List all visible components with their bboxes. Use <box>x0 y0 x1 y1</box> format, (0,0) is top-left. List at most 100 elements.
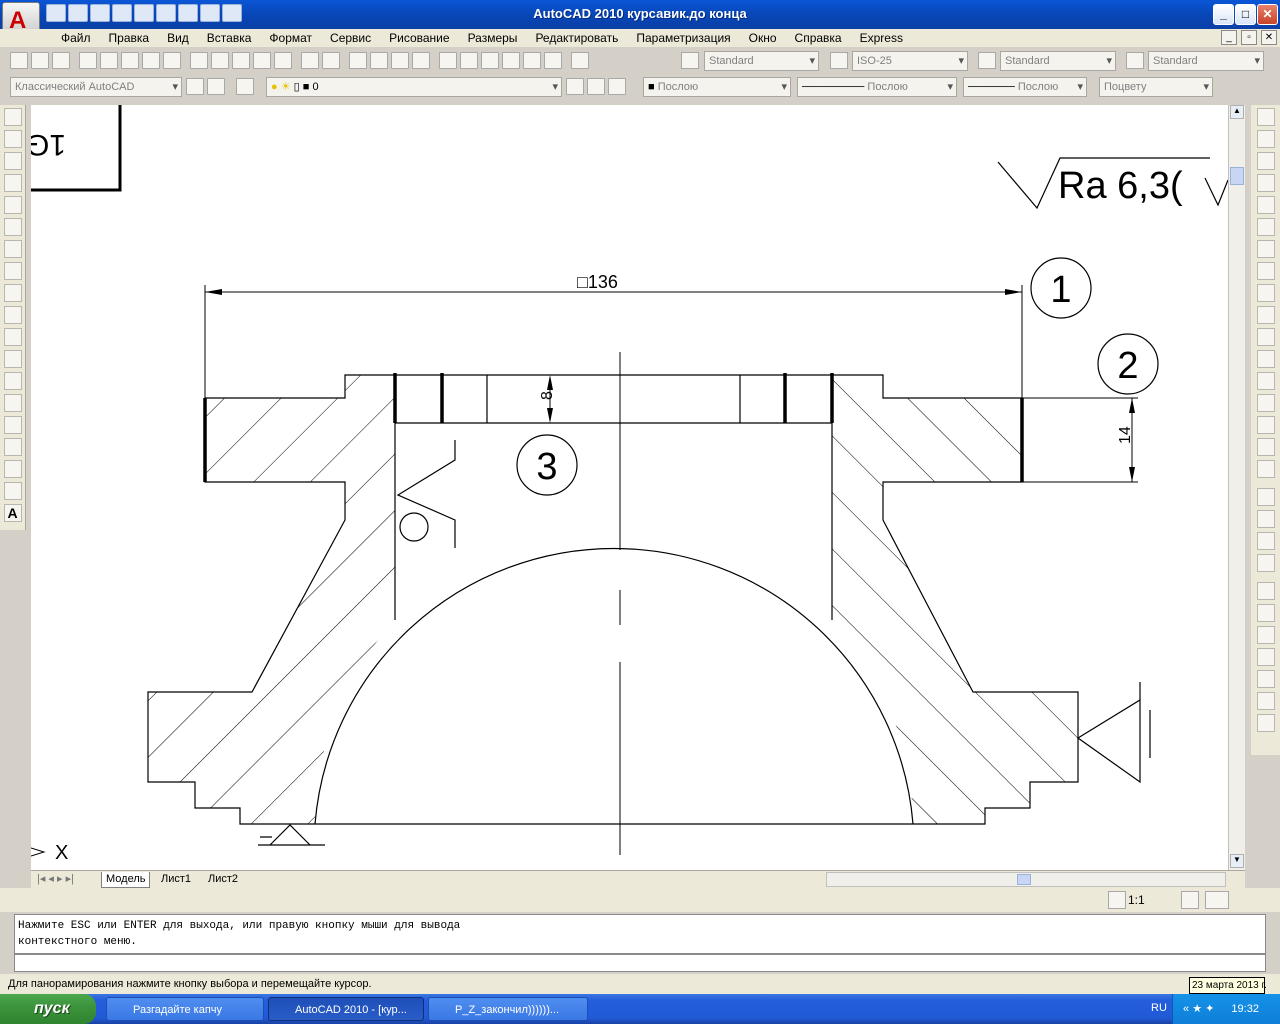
save-icon[interactable] <box>52 52 70 69</box>
clock[interactable]: 19:32 <box>1231 1003 1259 1015</box>
point-icon[interactable] <box>3 394 22 412</box>
gradient-icon[interactable] <box>3 438 22 456</box>
draw-order-above-icon[interactable] <box>1256 532 1275 550</box>
doc-minimize-button[interactable]: _ <box>1221 30 1237 45</box>
cylinder-icon[interactable] <box>1256 714 1275 732</box>
offset-icon[interactable] <box>1256 174 1275 192</box>
undo-icon[interactable] <box>301 52 319 69</box>
move-icon[interactable] <box>1256 218 1275 236</box>
orbit-icon[interactable] <box>1256 604 1275 622</box>
draw-order-back-icon[interactable] <box>1256 510 1275 528</box>
menu-window[interactable]: Окно <box>740 31 786 45</box>
tab-layout2[interactable]: Лист2 <box>204 872 242 888</box>
calculator-icon[interactable] <box>544 52 562 69</box>
menu-modify[interactable]: Редактировать <box>526 31 627 45</box>
linetype-select[interactable]: ──────── Послою <box>797 77 957 97</box>
design-center-icon[interactable] <box>460 52 478 69</box>
scale-icon[interactable] <box>1256 262 1275 280</box>
join-icon[interactable] <box>1256 394 1275 412</box>
spline-icon[interactable] <box>3 284 22 302</box>
extend-icon[interactable] <box>1256 328 1275 346</box>
layer-state-icon[interactable] <box>608 78 626 95</box>
polygon-icon[interactable] <box>3 174 22 192</box>
zoom-window-icon[interactable] <box>391 52 409 69</box>
menu-dimension[interactable]: Размеры <box>459 31 527 45</box>
horizontal-scrollbar[interactable] <box>826 872 1226 887</box>
table-style-select[interactable]: Standard <box>1000 51 1116 71</box>
circle-icon[interactable] <box>3 240 22 258</box>
plotstyle-select[interactable]: Поцвету <box>1099 77 1213 97</box>
draw-order-front-icon[interactable] <box>1256 488 1275 506</box>
menu-draw[interactable]: Рисование <box>380 31 458 45</box>
plot-icon[interactable] <box>79 52 97 69</box>
globe-remove-icon[interactable] <box>1256 648 1275 666</box>
break-at-point-icon[interactable] <box>1256 350 1275 368</box>
redo-icon[interactable] <box>322 52 340 69</box>
explode-icon[interactable] <box>1256 460 1275 478</box>
3d-dwf-icon[interactable] <box>142 52 160 69</box>
box-icon[interactable] <box>1256 692 1275 710</box>
line-icon[interactable] <box>3 108 22 126</box>
task-word-doc[interactable]: P_Z_закончил))))))... <box>428 997 588 1021</box>
dim-style-icon[interactable] <box>830 52 848 69</box>
multileader-style-select[interactable]: Standard <box>1148 51 1264 71</box>
tool-palettes-icon[interactable] <box>481 52 499 69</box>
minimize-button[interactable]: _ <box>1213 4 1234 25</box>
scroll-up-icon[interactable]: ▲ <box>1230 105 1244 119</box>
pan-icon[interactable] <box>349 52 367 69</box>
command-input[interactable] <box>14 954 1266 972</box>
dim-style-select[interactable]: ISO-25 <box>852 51 968 71</box>
revcloud-icon[interactable] <box>3 262 22 280</box>
workspace-save-icon[interactable] <box>207 78 225 95</box>
make-current-icon[interactable] <box>566 78 584 95</box>
3d-view-icon[interactable] <box>1256 582 1275 600</box>
globe-add-icon[interactable] <box>1256 626 1275 644</box>
lineweight-select[interactable]: ────── Послою <box>963 77 1087 97</box>
tray-star-icon[interactable]: ★ <box>1192 1003 1202 1015</box>
layer-properties-icon[interactable] <box>236 78 254 95</box>
polyline-icon[interactable] <box>3 152 22 170</box>
menu-tools[interactable]: Сервис <box>321 31 380 45</box>
etransmit-icon[interactable] <box>163 52 181 69</box>
workspace-switch-icon[interactable] <box>1205 891 1229 909</box>
table-style-icon[interactable] <box>978 52 996 69</box>
help-icon[interactable] <box>571 52 589 69</box>
copy-object-icon[interactable] <box>1256 130 1275 148</box>
layer-select[interactable]: ● ☀ ▯ ■ 0 <box>266 77 562 97</box>
qnew-icon[interactable] <box>10 52 28 69</box>
insert-block-icon[interactable] <box>3 350 22 368</box>
task-captcha[interactable]: Разгадайте капчу <box>106 997 264 1021</box>
hatch-icon[interactable] <box>3 416 22 434</box>
task-autocad[interactable]: AutoCAD 2010 - [кур... <box>268 997 424 1021</box>
region-icon[interactable] <box>3 460 22 478</box>
paste-icon[interactable] <box>232 52 250 69</box>
close-button[interactable]: ✕ <box>1257 4 1278 25</box>
vertical-scrollbar[interactable]: ▲ ▼ <box>1228 105 1245 870</box>
properties-icon[interactable] <box>439 52 457 69</box>
tab-layout1[interactable]: Лист1 <box>157 872 195 888</box>
menu-help[interactable]: Справка <box>786 31 851 45</box>
menu-file[interactable]: Файл <box>52 31 100 45</box>
annotation-scale-value[interactable]: 1:1 <box>1128 893 1145 907</box>
plot-preview-icon[interactable] <box>100 52 118 69</box>
menu-parametric[interactable]: Параметризация <box>627 31 739 45</box>
ellipse-icon[interactable] <box>3 306 22 324</box>
color-select[interactable]: ■ Послою <box>643 77 791 97</box>
workspace-settings-icon[interactable] <box>186 78 204 95</box>
paste-block-icon[interactable] <box>253 52 271 69</box>
chamfer-icon[interactable] <box>1256 416 1275 434</box>
fillet-icon[interactable] <box>1256 438 1275 456</box>
multileader-style-icon[interactable] <box>1126 52 1144 69</box>
erase-icon[interactable] <box>1256 108 1275 126</box>
make-block-icon[interactable] <box>3 372 22 390</box>
match-properties-icon[interactable] <box>274 52 292 69</box>
menu-edit[interactable]: Правка <box>100 31 159 45</box>
scroll-thumb[interactable] <box>1230 167 1244 185</box>
annotation-scale-icon[interactable] <box>1108 891 1126 909</box>
sheet-set-icon[interactable] <box>502 52 520 69</box>
start-button[interactable]: пуск <box>0 994 96 1024</box>
annotation-visibility-icon[interactable] <box>1181 891 1199 909</box>
text-style-icon[interactable] <box>681 52 699 69</box>
ucs-icon[interactable] <box>1256 670 1275 688</box>
menu-view[interactable]: Вид <box>158 31 198 45</box>
